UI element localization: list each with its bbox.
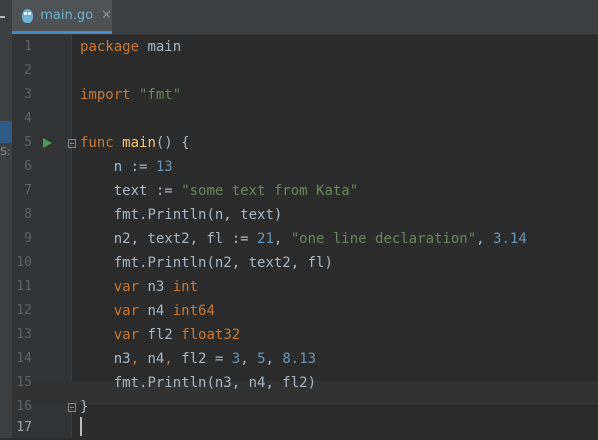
code-line: 10 fmt.Println(n2, text2, fl): [0, 251, 598, 275]
line-number: 9: [24, 231, 32, 246]
code-line: 1 package main: [0, 35, 598, 59]
line-number: 10: [16, 255, 32, 270]
code-text[interactable]: text := "some text from Kata": [80, 179, 358, 203]
line-number: 14: [16, 351, 32, 366]
tab-label: main.go: [40, 8, 94, 23]
line-number: 11: [16, 279, 32, 294]
code-text[interactable]: var n4 int64: [80, 299, 215, 323]
line-number: 12: [16, 303, 32, 318]
code-line: 13 var fl2 float32: [0, 323, 598, 347]
line-number: 15: [16, 375, 32, 390]
code-line: 15 fmt.Println(n3, n4, fl2): [0, 371, 598, 395]
code-text[interactable]: func main() {: [80, 131, 190, 155]
code-text[interactable]: import "fmt": [80, 83, 181, 107]
code-line: 8 fmt.Println(n, text): [0, 203, 598, 227]
line-number: 7: [24, 183, 32, 198]
code-text[interactable]: fmt.Println(n3, n4, fl2): [80, 371, 316, 395]
close-icon[interactable]: ✕: [101, 8, 112, 23]
code-text[interactable]: n2, text2, fl := 21, "one line declarati…: [80, 227, 527, 251]
line-number: 13: [16, 327, 32, 342]
line-number: 3: [24, 87, 32, 102]
line-number: 2: [24, 63, 32, 78]
code-text[interactable]: fmt.Println(n2, text2, fl): [80, 251, 333, 275]
gopher-icon: [22, 8, 34, 23]
line-number: 8: [24, 207, 32, 222]
code-text[interactable]: var fl2 float32: [80, 323, 240, 347]
fold-end-icon[interactable]: [68, 403, 76, 412]
code-text[interactable]: package main: [80, 35, 181, 59]
code-line: 7 text := "some text from Kata": [0, 179, 598, 203]
editor-tab-bar: main.go ✕: [12, 0, 598, 35]
code-text[interactable]: fmt.Println(n, text): [80, 203, 283, 227]
line-number: 4: [24, 111, 32, 126]
code-line: 9 n2, text2, fl := 21, "one line declara…: [0, 227, 598, 251]
code-text[interactable]: n := 13: [80, 155, 173, 179]
run-icon[interactable]: [43, 138, 52, 148]
code-line: 12 var n4 int64: [0, 299, 598, 323]
code-text[interactable]: var n3 int: [80, 275, 198, 299]
text-caret: [80, 417, 82, 436]
code-line: 3 import "fmt": [0, 83, 598, 107]
code-text[interactable]: n3, n4, fl2 = 3, 5, 8.13: [80, 347, 316, 371]
line-number: 1: [24, 39, 32, 54]
code-line: 14 n3, n4, fl2 = 3, 5, 8.13: [0, 347, 598, 371]
line-number: 6: [24, 159, 32, 174]
code-line: 2: [0, 59, 598, 83]
code-line: 11 var n3 int: [0, 275, 598, 299]
tab-main-go[interactable]: main.go ✕: [12, 0, 112, 34]
panel-minimize-icon[interactable]: [0, 16, 5, 18]
line-number: 5: [24, 135, 32, 150]
fold-icon[interactable]: [68, 139, 76, 148]
line-number: 17: [16, 420, 32, 435]
code-line: 5 func main() {: [0, 131, 598, 155]
code-line: 6 n := 13: [0, 155, 598, 179]
code-line: 4: [0, 107, 598, 131]
code-line: 17: [0, 416, 598, 440]
